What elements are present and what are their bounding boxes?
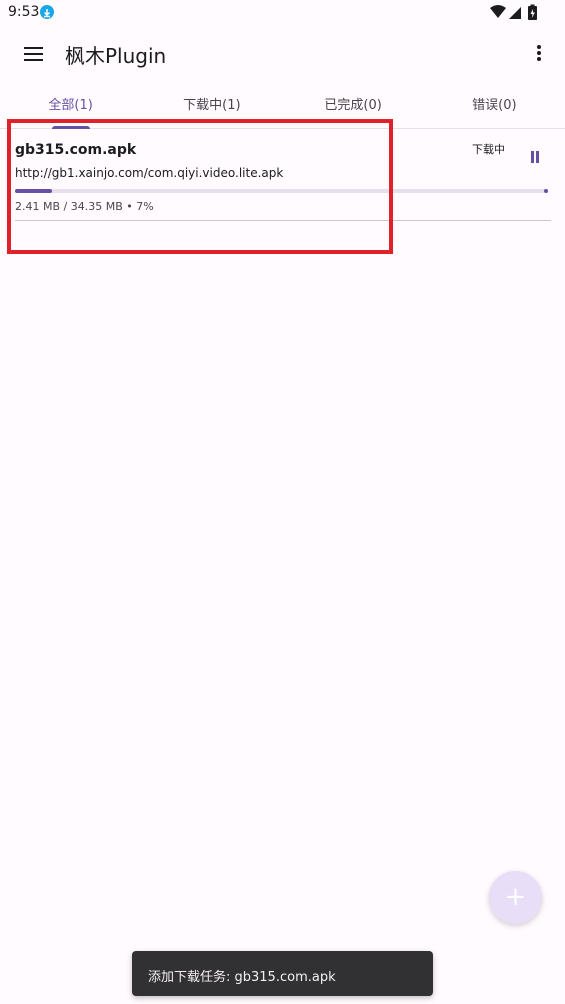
download-task-item[interactable]: gb315.com.apk http://gb1.xainjo.com/com.… <box>15 128 551 221</box>
tab-error-label: 错误(0) <box>472 98 517 113</box>
task-file-name: gb315.com.apk <box>15 142 137 158</box>
wifi-icon <box>490 5 506 18</box>
signal-icon <box>509 7 521 19</box>
tab-completed-label: 已完成(0) <box>324 98 382 113</box>
tab-downloading[interactable]: 下载中(1) <box>141 86 282 128</box>
pause-icon <box>531 151 539 163</box>
add-task-fab[interactable]: + <box>489 871 542 924</box>
download-notification-icon <box>40 5 54 19</box>
snackbar: 添加下载任务: gb315.com.apk <box>132 951 433 996</box>
tab-all-label: 全部(1) <box>48 98 93 113</box>
status-bar: 9:53 <box>0 0 565 26</box>
pause-button[interactable] <box>523 146 547 168</box>
tab-error[interactable]: 错误(0) <box>424 86 565 128</box>
task-size-text: 2.41 MB / 34.35 MB • 7% <box>15 200 154 213</box>
task-progress-end <box>544 189 548 193</box>
task-progress-bar <box>15 189 548 193</box>
tab-all[interactable]: 全部(1) <box>0 86 141 129</box>
app-title: 枫木Plugin <box>65 44 167 68</box>
task-progress-fill <box>15 189 53 193</box>
status-time: 9:53 <box>8 4 40 20</box>
tab-bar: 全部(1) 下载中(1) 已完成(0) 错误(0) <box>0 86 565 129</box>
menu-icon[interactable] <box>20 42 48 66</box>
more-vert-icon[interactable] <box>531 40 547 68</box>
task-url: http://gb1.xainjo.com/com.qiyi.video.lit… <box>15 166 284 180</box>
plus-icon: + <box>504 882 527 912</box>
task-status: 下载中 <box>472 143 505 156</box>
battery-icon <box>528 4 537 20</box>
app-bar: 枫木Plugin <box>0 26 565 82</box>
status-icons <box>489 3 545 21</box>
snackbar-text: 添加下载任务: gb315.com.apk <box>148 970 336 985</box>
tab-completed[interactable]: 已完成(0) <box>283 86 424 128</box>
tab-downloading-label: 下载中(1) <box>183 98 241 113</box>
